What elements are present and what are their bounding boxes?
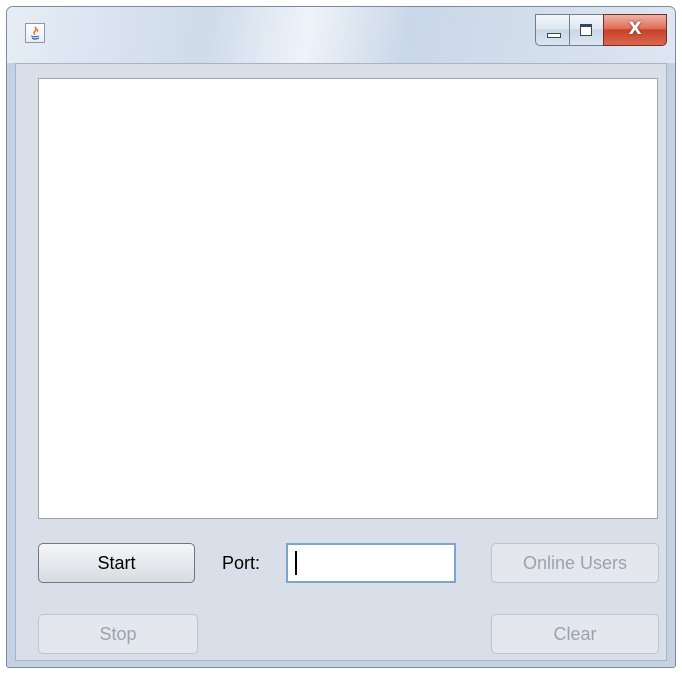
minimize-icon (547, 33, 561, 38)
text-caret (295, 551, 297, 575)
close-icon: X (628, 19, 642, 39)
app-window: X Start Port: Online Users Stop Clear (6, 6, 676, 668)
stop-button[interactable]: Stop (38, 614, 198, 654)
port-input[interactable] (286, 543, 456, 583)
server-log-textarea[interactable] (38, 78, 658, 519)
clear-button[interactable]: Clear (491, 614, 659, 654)
java-icon[interactable] (25, 23, 45, 43)
minimize-button[interactable] (535, 14, 569, 46)
start-button[interactable]: Start (38, 543, 195, 583)
content-panel: Start Port: Online Users Stop Clear (15, 63, 667, 661)
online-users-button[interactable]: Online Users (491, 543, 659, 583)
maximize-icon (580, 24, 592, 36)
title-bar[interactable]: X (7, 7, 675, 63)
close-button[interactable]: X (603, 14, 667, 46)
maximize-button[interactable] (569, 14, 603, 46)
caption-buttons: X (535, 14, 667, 48)
port-label: Port: (222, 553, 261, 573)
